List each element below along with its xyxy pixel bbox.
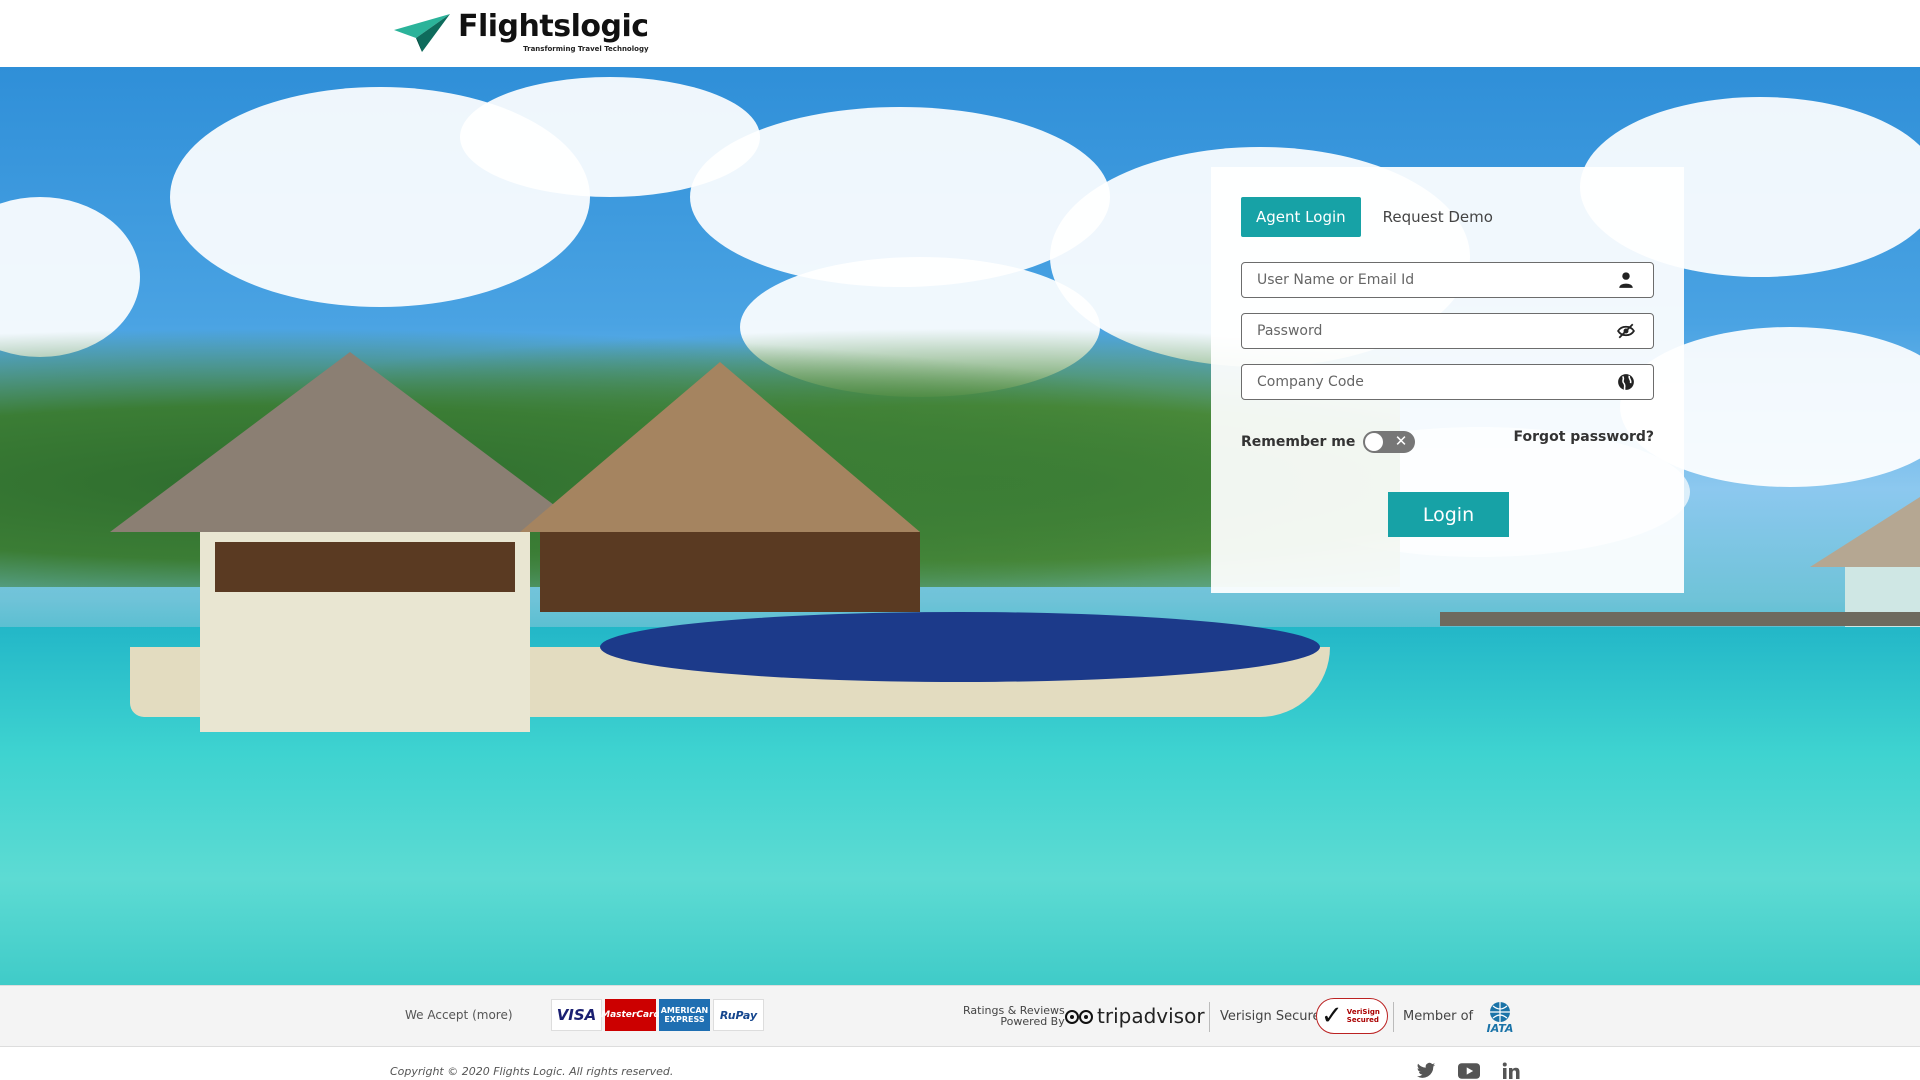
- infinity-pool: [600, 612, 1320, 682]
- check-icon: ✓: [1321, 1001, 1343, 1031]
- visa-logo: VISA: [551, 999, 602, 1031]
- close-icon: ✕: [1394, 432, 1408, 450]
- jetty: [1440, 612, 1920, 626]
- verisign-badge-text: VeriSign Secured: [1346, 1008, 1380, 1024]
- thatched-roof: [1810, 497, 1920, 567]
- remember-me-row: Remember me ✕: [1241, 431, 1416, 453]
- hut-wall: [540, 532, 920, 612]
- forgot-password-link[interactable]: Forgot password?: [1514, 429, 1654, 445]
- login-tabs: Agent Login Request Demo: [1241, 197, 1508, 237]
- divider: [1393, 1002, 1394, 1032]
- password-input[interactable]: [1242, 314, 1617, 348]
- remember-me-label: Remember me: [1241, 434, 1356, 450]
- brand-tagline: Transforming Travel Technology: [523, 45, 649, 53]
- ratings-line-2: Powered By: [1000, 1015, 1065, 1028]
- paper-plane-icon: [394, 14, 450, 52]
- youtube-icon[interactable]: [1458, 1060, 1480, 1080]
- rupay-logo: RuPay: [713, 999, 764, 1031]
- thatched-roof: [520, 362, 920, 532]
- verisign-badge: ✓ VeriSign Secured: [1316, 998, 1388, 1034]
- login-card: Agent Login Request Demo Remember me ✕: [1211, 167, 1684, 593]
- copyright-text: Copyright © 2020 Flights Logic. All righ…: [390, 1065, 674, 1078]
- globe-icon: [1618, 374, 1634, 391]
- mastercard-logo: MasterCard: [601, 999, 660, 1031]
- site-header: Flightslogic Transforming Travel Technol…: [0, 0, 1920, 67]
- company-field-wrapper: [1241, 364, 1654, 400]
- toggle-knob: [1365, 433, 1384, 451]
- amex-logo: AMERICAN EXPRESS: [659, 999, 710, 1031]
- accept-label[interactable]: We Accept (more): [405, 1008, 513, 1022]
- tab-agent-login[interactable]: Agent Login: [1241, 197, 1361, 237]
- username-input[interactable]: [1242, 263, 1617, 297]
- svg-text:IATA: IATA: [1487, 1022, 1514, 1034]
- brand-name: Flightslogic: [458, 9, 649, 44]
- company-code-input[interactable]: [1242, 365, 1617, 399]
- footer-partners: We Accept (more) VISA MasterCard AMERICA…: [0, 985, 1920, 1047]
- hut-railing: [215, 542, 515, 592]
- username-field-wrapper: [1241, 262, 1654, 298]
- password-field-wrapper: [1241, 313, 1654, 349]
- remember-me-toggle[interactable]: ✕: [1363, 431, 1416, 453]
- member-label: Member of: [1403, 1009, 1474, 1024]
- eye-slash-icon[interactable]: [1617, 322, 1635, 340]
- ratings-label: Ratings & Reviews Powered By: [963, 1005, 1065, 1027]
- tab-request-demo[interactable]: Request Demo: [1368, 197, 1508, 237]
- brand-logo[interactable]: Flightslogic Transforming Travel Technol…: [392, 10, 649, 54]
- divider: [1209, 1002, 1210, 1032]
- tripadvisor-wordmark: tripadvisor: [1097, 1004, 1205, 1028]
- linkedin-icon[interactable]: [1500, 1060, 1522, 1080]
- iata-logo: IATA: [1487, 1002, 1514, 1034]
- tripadvisor-owl-icon: [1065, 1010, 1093, 1024]
- user-icon: [1619, 272, 1633, 288]
- verisign-label: Verisign Secure: [1220, 1009, 1321, 1024]
- login-button[interactable]: Login: [1388, 492, 1509, 537]
- thatched-roof: [110, 352, 590, 532]
- tripadvisor-logo[interactable]: tripadvisor: [1065, 1004, 1205, 1028]
- payment-cards: VISA MasterCard AMERICAN EXPRESS RuPay: [551, 999, 764, 1031]
- twitter-icon[interactable]: [1415, 1060, 1437, 1080]
